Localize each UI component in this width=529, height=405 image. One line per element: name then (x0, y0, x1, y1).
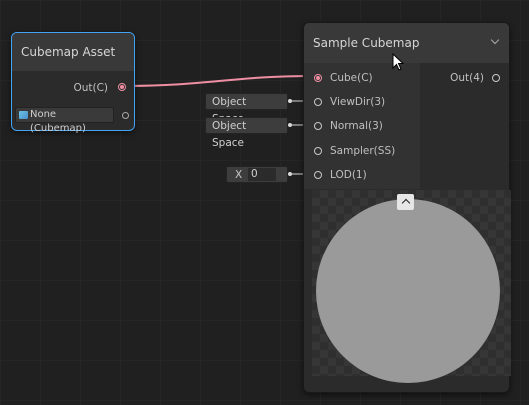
normal-inline-port[interactable] (288, 123, 292, 127)
input-label-cube: Cube(C) (330, 72, 373, 84)
normal-space-field[interactable]: Object Space (205, 117, 288, 149)
preview-collapse-button[interactable] (397, 194, 414, 210)
output-port[interactable] (118, 83, 126, 91)
lod-inline-port[interactable] (288, 172, 292, 176)
cubemap-field-value: None (Cubemap) (30, 109, 86, 134)
input-label-viewdir: ViewDir(3) (330, 96, 386, 108)
lod-axis-label: X (235, 169, 243, 181)
cube-input-port[interactable] (314, 74, 322, 82)
lod-value-input[interactable]: 0 (248, 168, 276, 181)
input-label-sampler: Sampler(SS) (330, 145, 396, 157)
lod-input-port[interactable] (314, 171, 322, 179)
chevron-up-icon (401, 198, 410, 208)
cubemap-icon (19, 111, 28, 119)
cubemap-asset-node[interactable]: Cubemap Asset Out(C) None (Cubemap) (11, 32, 135, 134)
object-picker-icon[interactable] (122, 112, 129, 119)
viewdir-inline-port[interactable] (288, 99, 292, 103)
output-port-label: Out(C) (73, 82, 108, 94)
viewdir-input-port[interactable] (314, 98, 322, 106)
node-title-text: Sample Cubemap (313, 36, 420, 50)
preview-sphere (316, 199, 500, 383)
node-title[interactable]: Sample Cubemap (304, 23, 509, 63)
normal-space-value: Object Space (212, 120, 247, 149)
node-title[interactable]: Cubemap Asset (12, 33, 134, 71)
normal-input-port[interactable] (314, 122, 322, 130)
viewdir-space-field[interactable]: Object Space (205, 93, 288, 125)
cubemap-object-field[interactable]: None (Cubemap) (15, 107, 114, 134)
sampler-input-port[interactable] (314, 147, 322, 155)
output-port-label: Out(4) (450, 72, 484, 84)
input-label-lod: LOD(1) (330, 169, 367, 181)
mouse-cursor-icon (392, 53, 405, 71)
input-label-normal: Normal(3) (330, 120, 383, 132)
lod-value-field[interactable]: X 0 (226, 166, 288, 183)
sample-cubemap-node[interactable]: Sample Cubemap Cube(C) ViewDir(3) Normal… (303, 22, 511, 393)
output-port[interactable] (492, 74, 500, 82)
